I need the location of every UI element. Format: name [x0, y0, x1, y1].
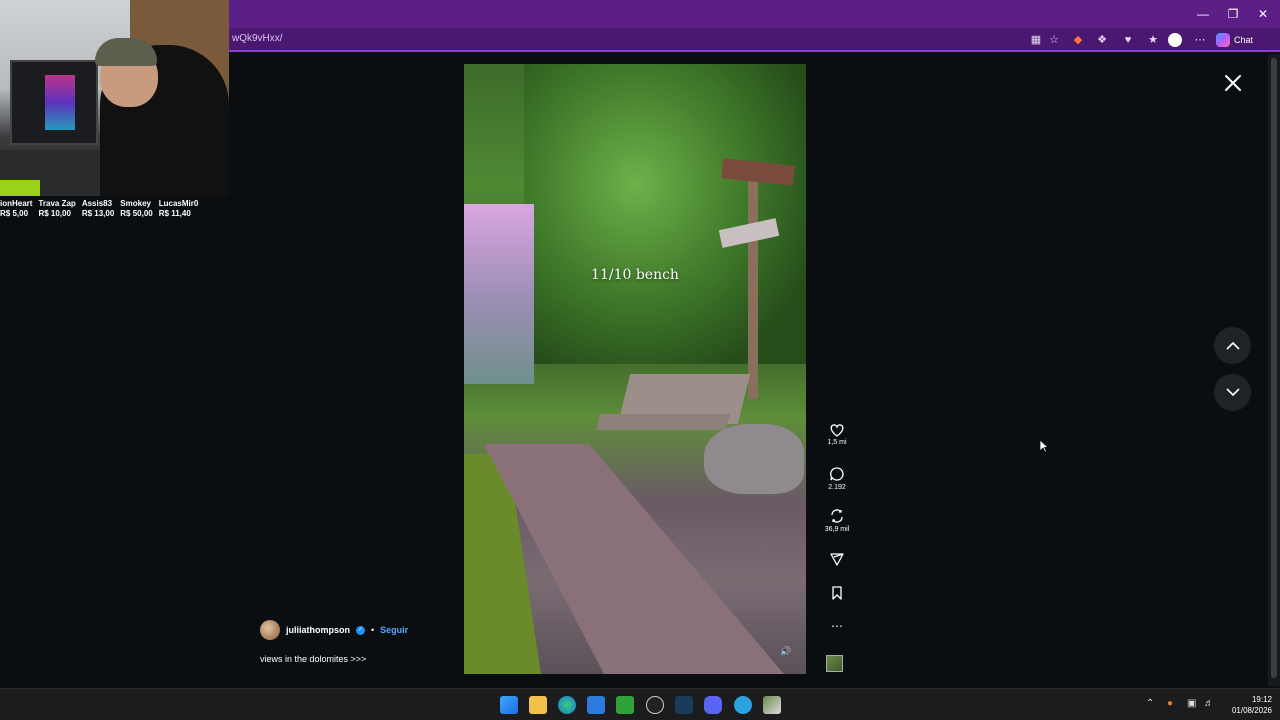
favorites-icon[interactable]: ★ — [1145, 32, 1161, 48]
copilot-chat-button[interactable]: Chat — [1216, 31, 1253, 49]
video-sky — [464, 204, 534, 384]
heart-icon — [830, 424, 844, 437]
donor-name: Smokey — [120, 199, 151, 208]
close-window-button[interactable]: ✕ — [1248, 4, 1278, 24]
previous-post-button[interactable] — [1214, 327, 1251, 364]
avatar[interactable] — [260, 620, 280, 640]
file-explorer-icon[interactable] — [529, 696, 547, 714]
steam-icon[interactable] — [675, 696, 693, 714]
clock-time: 19:12 — [1251, 695, 1272, 704]
repost-button[interactable]: 36,9 mil — [820, 508, 854, 533]
author-username[interactable]: juliiathompson — [286, 625, 350, 635]
profile-avatar[interactable] — [1168, 33, 1182, 47]
save-button[interactable] — [820, 585, 854, 603]
comment-button[interactable]: 2.192 — [820, 466, 854, 491]
video-rock — [704, 424, 804, 494]
extensions-puzzle-icon[interactable]: ❖ — [1094, 32, 1110, 48]
repost-count: 36,9 mil — [824, 526, 850, 533]
restore-button[interactable]: ❐ — [1218, 4, 1248, 24]
video-player[interactable]: 11/10 bench 🔊 — [464, 64, 806, 674]
page-scrollbar[interactable] — [1268, 54, 1280, 686]
donor-amount: R$ 13,00 — [81, 209, 115, 218]
donor-name: Trava Zap — [38, 199, 76, 208]
obs-icon[interactable] — [646, 696, 664, 714]
mute-icon[interactable]: 🔊 — [780, 646, 791, 657]
like-button[interactable]: 1,5 mi — [820, 423, 854, 446]
more-menu-icon[interactable]: ⋯ — [1192, 32, 1208, 48]
telegram-icon[interactable] — [734, 696, 752, 714]
chevron-down-icon — [1225, 388, 1240, 397]
donation-ticker: ionHeart R$ 5,00 Trava Zap R$ 10,00 Assi… — [0, 199, 229, 221]
donor-amount: R$ 11,40 — [158, 209, 191, 218]
webcam-green-object — [0, 180, 40, 196]
donation-item: ionHeart R$ 5,00 — [0, 199, 32, 221]
xbox-icon[interactable] — [616, 696, 634, 714]
donor-amount: R$ 10,00 — [38, 209, 71, 218]
post-author: juliiathompson ✓ • Seguir — [260, 620, 408, 640]
minimize-button[interactable]: — — [1188, 4, 1218, 24]
audio-thumbnail[interactable] — [826, 655, 843, 672]
like-count: 1,5 mi — [827, 439, 847, 446]
video-caption-overlay: 11/10 bench — [591, 267, 679, 283]
webcam-rgb-glow — [45, 75, 75, 130]
volume-icon[interactable]: ♬ — [1204, 698, 1214, 709]
donor-name: LucasMir0 — [158, 199, 199, 208]
copilot-icon — [1216, 33, 1230, 47]
webcam-overlay — [0, 0, 229, 196]
send-icon — [830, 553, 844, 566]
donation-item: Trava Zap R$ 10,00 — [38, 199, 75, 221]
close-icon[interactable] — [1222, 72, 1244, 94]
url-text[interactable]: wQk9vHxx/ — [232, 33, 283, 44]
chat-label: Chat — [1234, 35, 1254, 45]
donation-item: LucasMir0 R$ 11,40 — [159, 199, 199, 221]
windows-taskbar: ⌃ ● ▣ ♬ 19:12 01/08/2026 — [0, 688, 1280, 720]
comment-count: 2.192 — [828, 484, 846, 491]
chevron-up-icon — [1225, 341, 1240, 350]
bookmark-icon — [832, 586, 842, 600]
donation-item: Smokey R$ 50,00 — [120, 199, 152, 221]
more-options-icon[interactable]: ⋯ — [820, 620, 854, 632]
next-post-button[interactable] — [1214, 374, 1251, 411]
microphone-icon[interactable]: ● — [1167, 698, 1173, 709]
outlook-icon[interactable] — [587, 696, 605, 714]
donor-name: Assis83 — [81, 199, 113, 208]
favorite-star-icon[interactable]: ☆ — [1046, 32, 1062, 48]
donor-amount: R$ 5,00 — [0, 209, 29, 218]
mouse-cursor-icon — [1039, 439, 1049, 453]
post-description: views in the dolomites >>> — [260, 654, 367, 664]
start-button-icon[interactable] — [500, 696, 518, 714]
donation-item: Assis83 R$ 13,00 — [82, 199, 114, 221]
share-button[interactable] — [820, 551, 854, 569]
donor-amount: R$ 50,00 — [120, 209, 153, 218]
separator-dot: • — [371, 625, 375, 635]
webcam-person-cap — [95, 38, 157, 66]
split-screen-icon[interactable]: ▦ — [1028, 32, 1044, 48]
photos-app-icon[interactable] — [763, 696, 781, 714]
video-bench-seat — [596, 414, 730, 430]
tray-overflow-chevron-icon[interactable]: ⌃ — [1146, 698, 1154, 709]
video-signpost — [748, 169, 758, 399]
verified-badge-icon: ✓ — [356, 625, 365, 635]
comment-icon — [830, 467, 844, 481]
clock-date: 01/08/2026 — [1231, 706, 1272, 715]
donor-name: ionHeart — [0, 199, 33, 208]
repost-icon — [831, 509, 843, 523]
edge-browser-icon[interactable] — [558, 696, 576, 714]
browser-essentials-icon[interactable]: ♥ — [1120, 32, 1136, 48]
extension-icon[interactable]: ◆ — [1070, 32, 1086, 48]
follow-button[interactable]: Seguir — [380, 625, 408, 635]
system-clock[interactable]: 19:12 01/08/2026 — [1222, 694, 1272, 716]
video-trees — [524, 64, 806, 364]
scrollbar-thumb[interactable] — [1271, 58, 1277, 678]
network-icon[interactable]: ▣ — [1187, 698, 1196, 709]
discord-icon[interactable] — [704, 696, 722, 714]
